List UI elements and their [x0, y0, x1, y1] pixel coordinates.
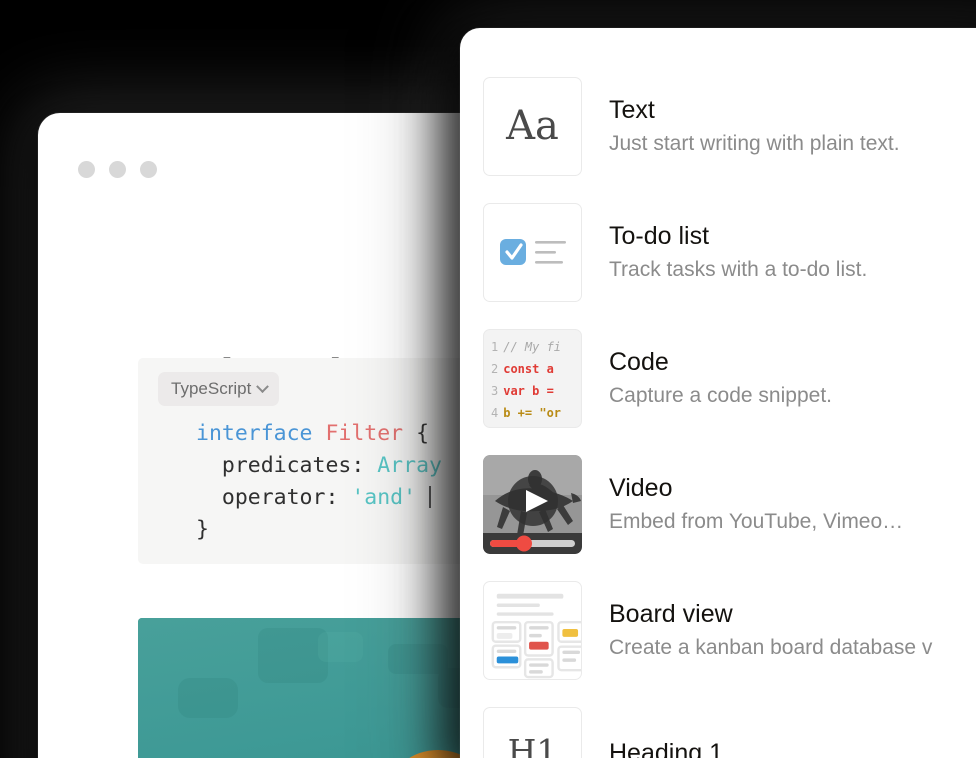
menu-item-title: Code: [609, 347, 669, 376]
chevron-down-icon: [256, 379, 270, 393]
code-language-label: TypeScript: [171, 379, 252, 398]
block-type-menu-panel: Aa Text Just start writing with plain te…: [460, 28, 976, 758]
menu-item-title: To-do list: [609, 221, 710, 250]
menu-item-text-labels: Text Just start writing with plain text.: [609, 95, 900, 158]
text-aa-glyph: Aa: [506, 103, 559, 149]
menu-item-video[interactable]: Video Embed from YouTube, Vimeo…: [460, 441, 976, 567]
code-token-prop1-type: Array: [377, 453, 442, 478]
screenshot-stage: Project data TypeScript interface Filter…: [0, 0, 976, 758]
code-token-brace-open: {: [416, 421, 430, 446]
menu-item-description: Capture a code snippet.: [609, 383, 832, 407]
code-token-typename: Filter: [325, 421, 404, 446]
code-token-prop2-name: operator:: [221, 485, 339, 510]
todo-checkbox-glyph: [499, 239, 566, 265]
menu-item-video-labels: Video Embed from YouTube, Vimeo…: [609, 473, 903, 536]
heading-one-icon: H1: [483, 706, 582, 758]
menu-item-description: Track tasks with a to-do list.: [609, 257, 868, 281]
minimize-button[interactable]: [109, 161, 126, 178]
menu-item-board-labels: Board view Create a kanban board databas…: [609, 599, 932, 662]
menu-item-heading-labels: Heading 1: [609, 738, 723, 758]
menu-item-board-view[interactable]: Board view Create a kanban board databas…: [460, 567, 976, 693]
maximize-button[interactable]: [140, 161, 157, 178]
menu-item-code-labels: Code Capture a code snippet.: [609, 347, 832, 410]
menu-item-title: Board view: [609, 599, 733, 628]
menu-item-heading-1[interactable]: H1 Heading 1: [460, 693, 976, 758]
menu-item-todo-labels: To-do list Track tasks with a to-do list…: [609, 221, 867, 284]
menu-item-code[interactable]: 1// My fi 2 const a 3 var b = 4b += "or Co…: [460, 315, 976, 441]
code-language-selector[interactable]: TypeScript: [158, 372, 280, 406]
code-token-prop2-value: 'and': [351, 485, 417, 510]
text-cursor: [429, 486, 432, 508]
menu-item-title: Text: [609, 95, 655, 124]
board-view-glyph: [491, 593, 581, 678]
code-thumb-line-2: 2 const a: [491, 361, 554, 376]
text-aa-icon: Aa: [483, 76, 582, 176]
menu-item-title: Heading 1: [609, 739, 723, 758]
menu-item-description: Create a kanban board database v: [609, 635, 933, 659]
code-thumb-line-3: 3 var b =: [491, 383, 554, 398]
menu-item-title: Video: [609, 473, 673, 502]
menu-item-text[interactable]: Aa Text Just start writing with plain te…: [460, 63, 976, 189]
window-traffic-lights: [78, 161, 157, 178]
video-thumbnail: [483, 454, 582, 554]
video-play-icon: [483, 454, 582, 554]
menu-item-description: Just start writing with plain text.: [609, 131, 900, 155]
heading-one-glyph: H1: [507, 731, 558, 758]
code-thumb-line-1: 1// My fi: [491, 339, 562, 354]
code-token-brace-close: }: [196, 517, 209, 542]
menu-item-description: Embed from YouTube, Vimeo…: [609, 509, 904, 533]
todo-checkbox-icon: [483, 202, 582, 302]
code-token-keyword: interface: [196, 421, 313, 446]
close-button[interactable]: [78, 161, 95, 178]
code-thumb-line-4: 4b += "or: [491, 405, 562, 420]
block-type-list: Aa Text Just start writing with plain te…: [460, 28, 976, 758]
code-snippet-icon: 1// My fi 2 const a 3 var b = 4b += "or: [483, 328, 582, 428]
board-view-icon: [483, 580, 582, 680]
menu-item-todo-list[interactable]: To-do list Track tasks with a to-do list…: [460, 189, 976, 315]
code-token-prop1-name: predicates:: [221, 453, 365, 478]
